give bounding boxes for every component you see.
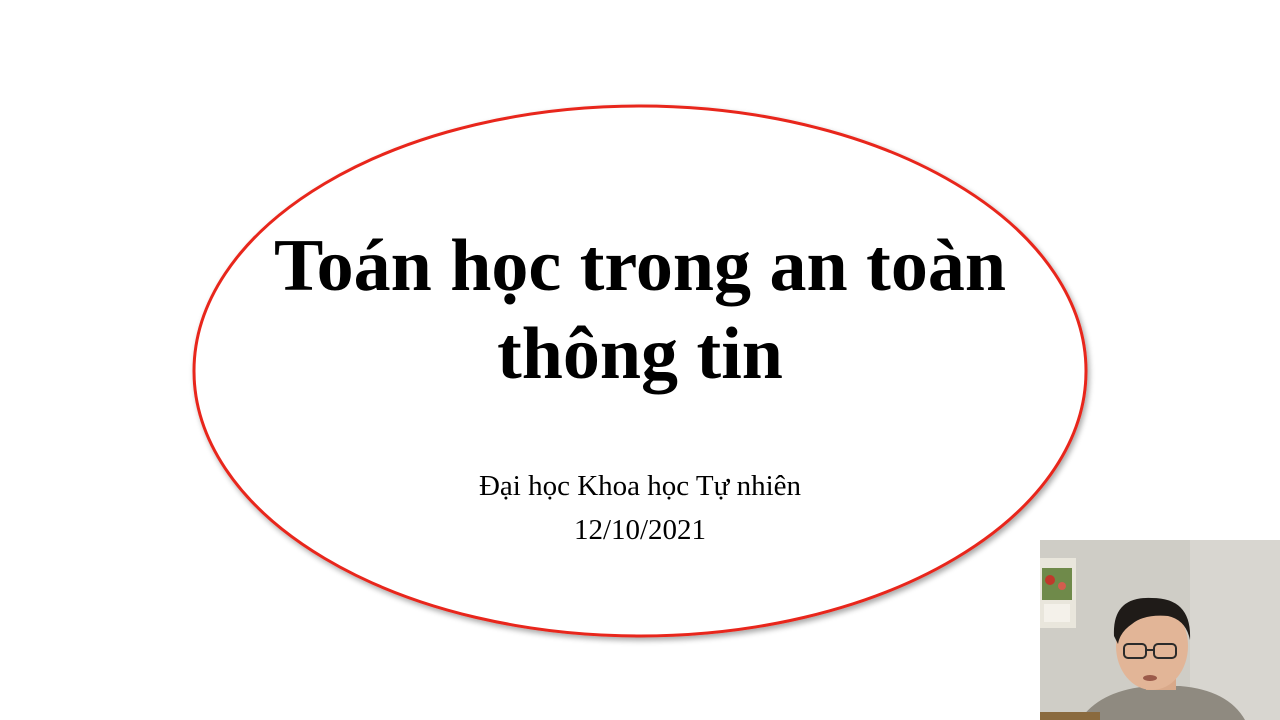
slide-subtitle: Đại học Khoa học Tự nhiên 12/10/2021 (340, 464, 940, 552)
institution-name: Đại học Khoa học Tự nhiên (478, 470, 802, 502)
slide-title-line-2: thông tin (497, 313, 783, 395)
webcam-overlay (1040, 540, 1280, 720)
presentation-date: 12/10/2021 (573, 514, 707, 546)
slide-title-line-1: Toán học trong an toàn (274, 225, 1006, 307)
slide-title: Toán học trong an toàn thông tin (240, 222, 1040, 398)
slide-canvas: Toán học trong an toàn thông tin Đại học… (0, 0, 1280, 720)
